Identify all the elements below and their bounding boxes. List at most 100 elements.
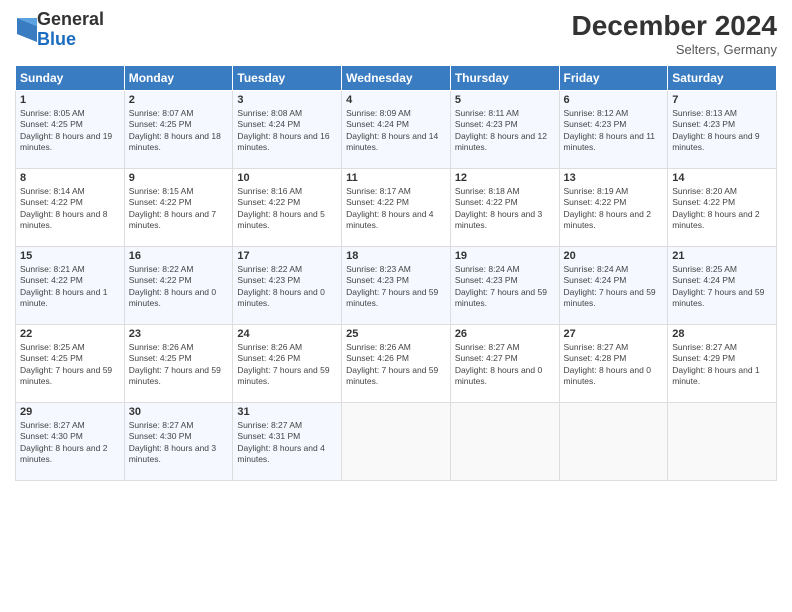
calendar-day-header: Monday [124,66,233,91]
day-info: Sunrise: 8:07 AMSunset: 4:25 PMDaylight:… [129,108,229,154]
calendar-day-header: Wednesday [342,66,451,91]
month-title: December 2024 [572,10,777,42]
calendar-day-cell: 6 Sunrise: 8:12 AMSunset: 4:23 PMDaylight… [559,91,668,169]
day-info: Sunrise: 8:14 AMSunset: 4:22 PMDaylight:… [20,186,120,232]
day-number: 25 [346,328,446,340]
calendar-day-header: Tuesday [233,66,342,91]
calendar-day-header: Friday [559,66,668,91]
calendar-day-cell: 25 Sunrise: 8:26 AMSunset: 4:26 PMDayligh… [342,325,451,403]
day-info: Sunrise: 8:27 AMSunset: 4:29 PMDaylight:… [672,342,772,388]
calendar-table: SundayMondayTuesdayWednesdayThursdayFrid… [15,65,777,481]
calendar-day-cell: 24 Sunrise: 8:26 AMSunset: 4:26 PMDayligh… [233,325,342,403]
calendar-day-cell: 14 Sunrise: 8:20 AMSunset: 4:22 PMDayligh… [668,169,777,247]
calendar-day-cell: 7 Sunrise: 8:13 AMSunset: 4:23 PMDaylight… [668,91,777,169]
day-info: Sunrise: 8:27 AMSunset: 4:31 PMDaylight:… [237,420,337,466]
calendar-day-cell: 18 Sunrise: 8:23 AMSunset: 4:23 PMDayligh… [342,247,451,325]
day-number: 21 [672,250,772,262]
logo-blue-text: Blue [37,30,104,50]
calendar-day-cell: 8 Sunrise: 8:14 AMSunset: 4:22 PMDaylight… [16,169,125,247]
calendar-day-cell [559,403,668,481]
day-info: Sunrise: 8:27 AMSunset: 4:30 PMDaylight:… [129,420,229,466]
day-number: 1 [20,94,120,106]
day-info: Sunrise: 8:22 AMSunset: 4:22 PMDaylight:… [129,264,229,310]
calendar-week-row: 15 Sunrise: 8:21 AMSunset: 4:22 PMDayligh… [16,247,777,325]
calendar-day-cell: 22 Sunrise: 8:25 AMSunset: 4:25 PMDayligh… [16,325,125,403]
calendar-day-cell: 20 Sunrise: 8:24 AMSunset: 4:24 PMDayligh… [559,247,668,325]
calendar-day-cell: 5 Sunrise: 8:11 AMSunset: 4:23 PMDaylight… [450,91,559,169]
calendar-day-cell: 28 Sunrise: 8:27 AMSunset: 4:29 PMDayligh… [668,325,777,403]
day-info: Sunrise: 8:13 AMSunset: 4:23 PMDaylight:… [672,108,772,154]
calendar-page: General Blue December 2024 Selters, Germ… [0,0,792,612]
day-number: 9 [129,172,229,184]
calendar-day-cell: 1 Sunrise: 8:05 AMSunset: 4:25 PMDaylight… [16,91,125,169]
calendar-day-cell: 31 Sunrise: 8:27 AMSunset: 4:31 PMDayligh… [233,403,342,481]
day-number: 13 [564,172,664,184]
calendar-day-cell [450,403,559,481]
calendar-day-cell: 30 Sunrise: 8:27 AMSunset: 4:30 PMDayligh… [124,403,233,481]
day-number: 22 [20,328,120,340]
calendar-day-header: Thursday [450,66,559,91]
day-number: 4 [346,94,446,106]
day-info: Sunrise: 8:18 AMSunset: 4:22 PMDaylight:… [455,186,555,232]
calendar-header-row: SundayMondayTuesdayWednesdayThursdayFrid… [16,66,777,91]
day-info: Sunrise: 8:11 AMSunset: 4:23 PMDaylight:… [455,108,555,154]
day-info: Sunrise: 8:23 AMSunset: 4:23 PMDaylight:… [346,264,446,310]
day-info: Sunrise: 8:24 AMSunset: 4:23 PMDaylight:… [455,264,555,310]
day-number: 14 [672,172,772,184]
day-info: Sunrise: 8:15 AMSunset: 4:22 PMDaylight:… [129,186,229,232]
day-info: Sunrise: 8:26 AMSunset: 4:25 PMDaylight:… [129,342,229,388]
day-info: Sunrise: 8:24 AMSunset: 4:24 PMDaylight:… [564,264,664,310]
calendar-week-row: 8 Sunrise: 8:14 AMSunset: 4:22 PMDaylight… [16,169,777,247]
day-info: Sunrise: 8:25 AMSunset: 4:25 PMDaylight:… [20,342,120,388]
day-number: 16 [129,250,229,262]
day-info: Sunrise: 8:26 AMSunset: 4:26 PMDaylight:… [237,342,337,388]
calendar-week-row: 22 Sunrise: 8:25 AMSunset: 4:25 PMDayligh… [16,325,777,403]
day-number: 23 [129,328,229,340]
day-info: Sunrise: 8:12 AMSunset: 4:23 PMDaylight:… [564,108,664,154]
calendar-day-cell: 21 Sunrise: 8:25 AMSunset: 4:24 PMDayligh… [668,247,777,325]
day-number: 18 [346,250,446,262]
day-number: 8 [20,172,120,184]
day-number: 20 [564,250,664,262]
day-number: 28 [672,328,772,340]
header: General Blue December 2024 Selters, Germ… [15,10,777,57]
day-number: 3 [237,94,337,106]
day-info: Sunrise: 8:05 AMSunset: 4:25 PMDaylight:… [20,108,120,154]
day-number: 15 [20,250,120,262]
day-number: 2 [129,94,229,106]
day-number: 29 [20,406,120,418]
calendar-day-cell: 23 Sunrise: 8:26 AMSunset: 4:25 PMDayligh… [124,325,233,403]
calendar-day-cell: 10Sunrise: 8:16 AMSunset: 4:22 PMDayligh… [233,169,342,247]
calendar-day-cell: 2 Sunrise: 8:07 AMSunset: 4:25 PMDaylight… [124,91,233,169]
logo-general-text: General [37,10,104,30]
day-number: 24 [237,328,337,340]
logo: General Blue [15,10,104,50]
day-number: 30 [129,406,229,418]
day-info: Sunrise: 8:16 AMSunset: 4:22 PMDaylight:… [237,186,337,232]
day-number: 12 [455,172,555,184]
calendar-day-cell: 13 Sunrise: 8:19 AMSunset: 4:22 PMDayligh… [559,169,668,247]
day-number: 17 [237,250,337,262]
day-info: Sunrise: 8:17 AMSunset: 4:22 PMDaylight:… [346,186,446,232]
day-info: Sunrise: 8:26 AMSunset: 4:26 PMDaylight:… [346,342,446,388]
day-info: Sunrise: 8:27 AMSunset: 4:28 PMDaylight:… [564,342,664,388]
day-number: 7 [672,94,772,106]
day-number: 31 [237,406,337,418]
day-number: 5 [455,94,555,106]
day-info: Sunrise: 8:21 AMSunset: 4:22 PMDaylight:… [20,264,120,310]
day-number: 6 [564,94,664,106]
day-info: Sunrise: 8:25 AMSunset: 4:24 PMDaylight:… [672,264,772,310]
day-info: Sunrise: 8:19 AMSunset: 4:22 PMDaylight:… [564,186,664,232]
day-info: Sunrise: 8:27 AMSunset: 4:27 PMDaylight:… [455,342,555,388]
day-number: 11 [346,172,446,184]
day-info: Sunrise: 8:09 AMSunset: 4:24 PMDaylight:… [346,108,446,154]
calendar-day-header: Saturday [668,66,777,91]
day-info: Sunrise: 8:20 AMSunset: 4:22 PMDaylight:… [672,186,772,232]
day-info: Sunrise: 8:22 AMSunset: 4:23 PMDaylight:… [237,264,337,310]
calendar-day-cell: 26Sunrise: 8:27 AMSunset: 4:27 PMDayligh… [450,325,559,403]
calendar-day-cell: 29Sunrise: 8:27 AMSunset: 4:30 PMDayligh… [16,403,125,481]
title-block: December 2024 Selters, Germany [572,10,777,57]
day-info: Sunrise: 8:08 AMSunset: 4:24 PMDaylight:… [237,108,337,154]
calendar-day-cell [342,403,451,481]
logo-text: General Blue [37,10,104,50]
